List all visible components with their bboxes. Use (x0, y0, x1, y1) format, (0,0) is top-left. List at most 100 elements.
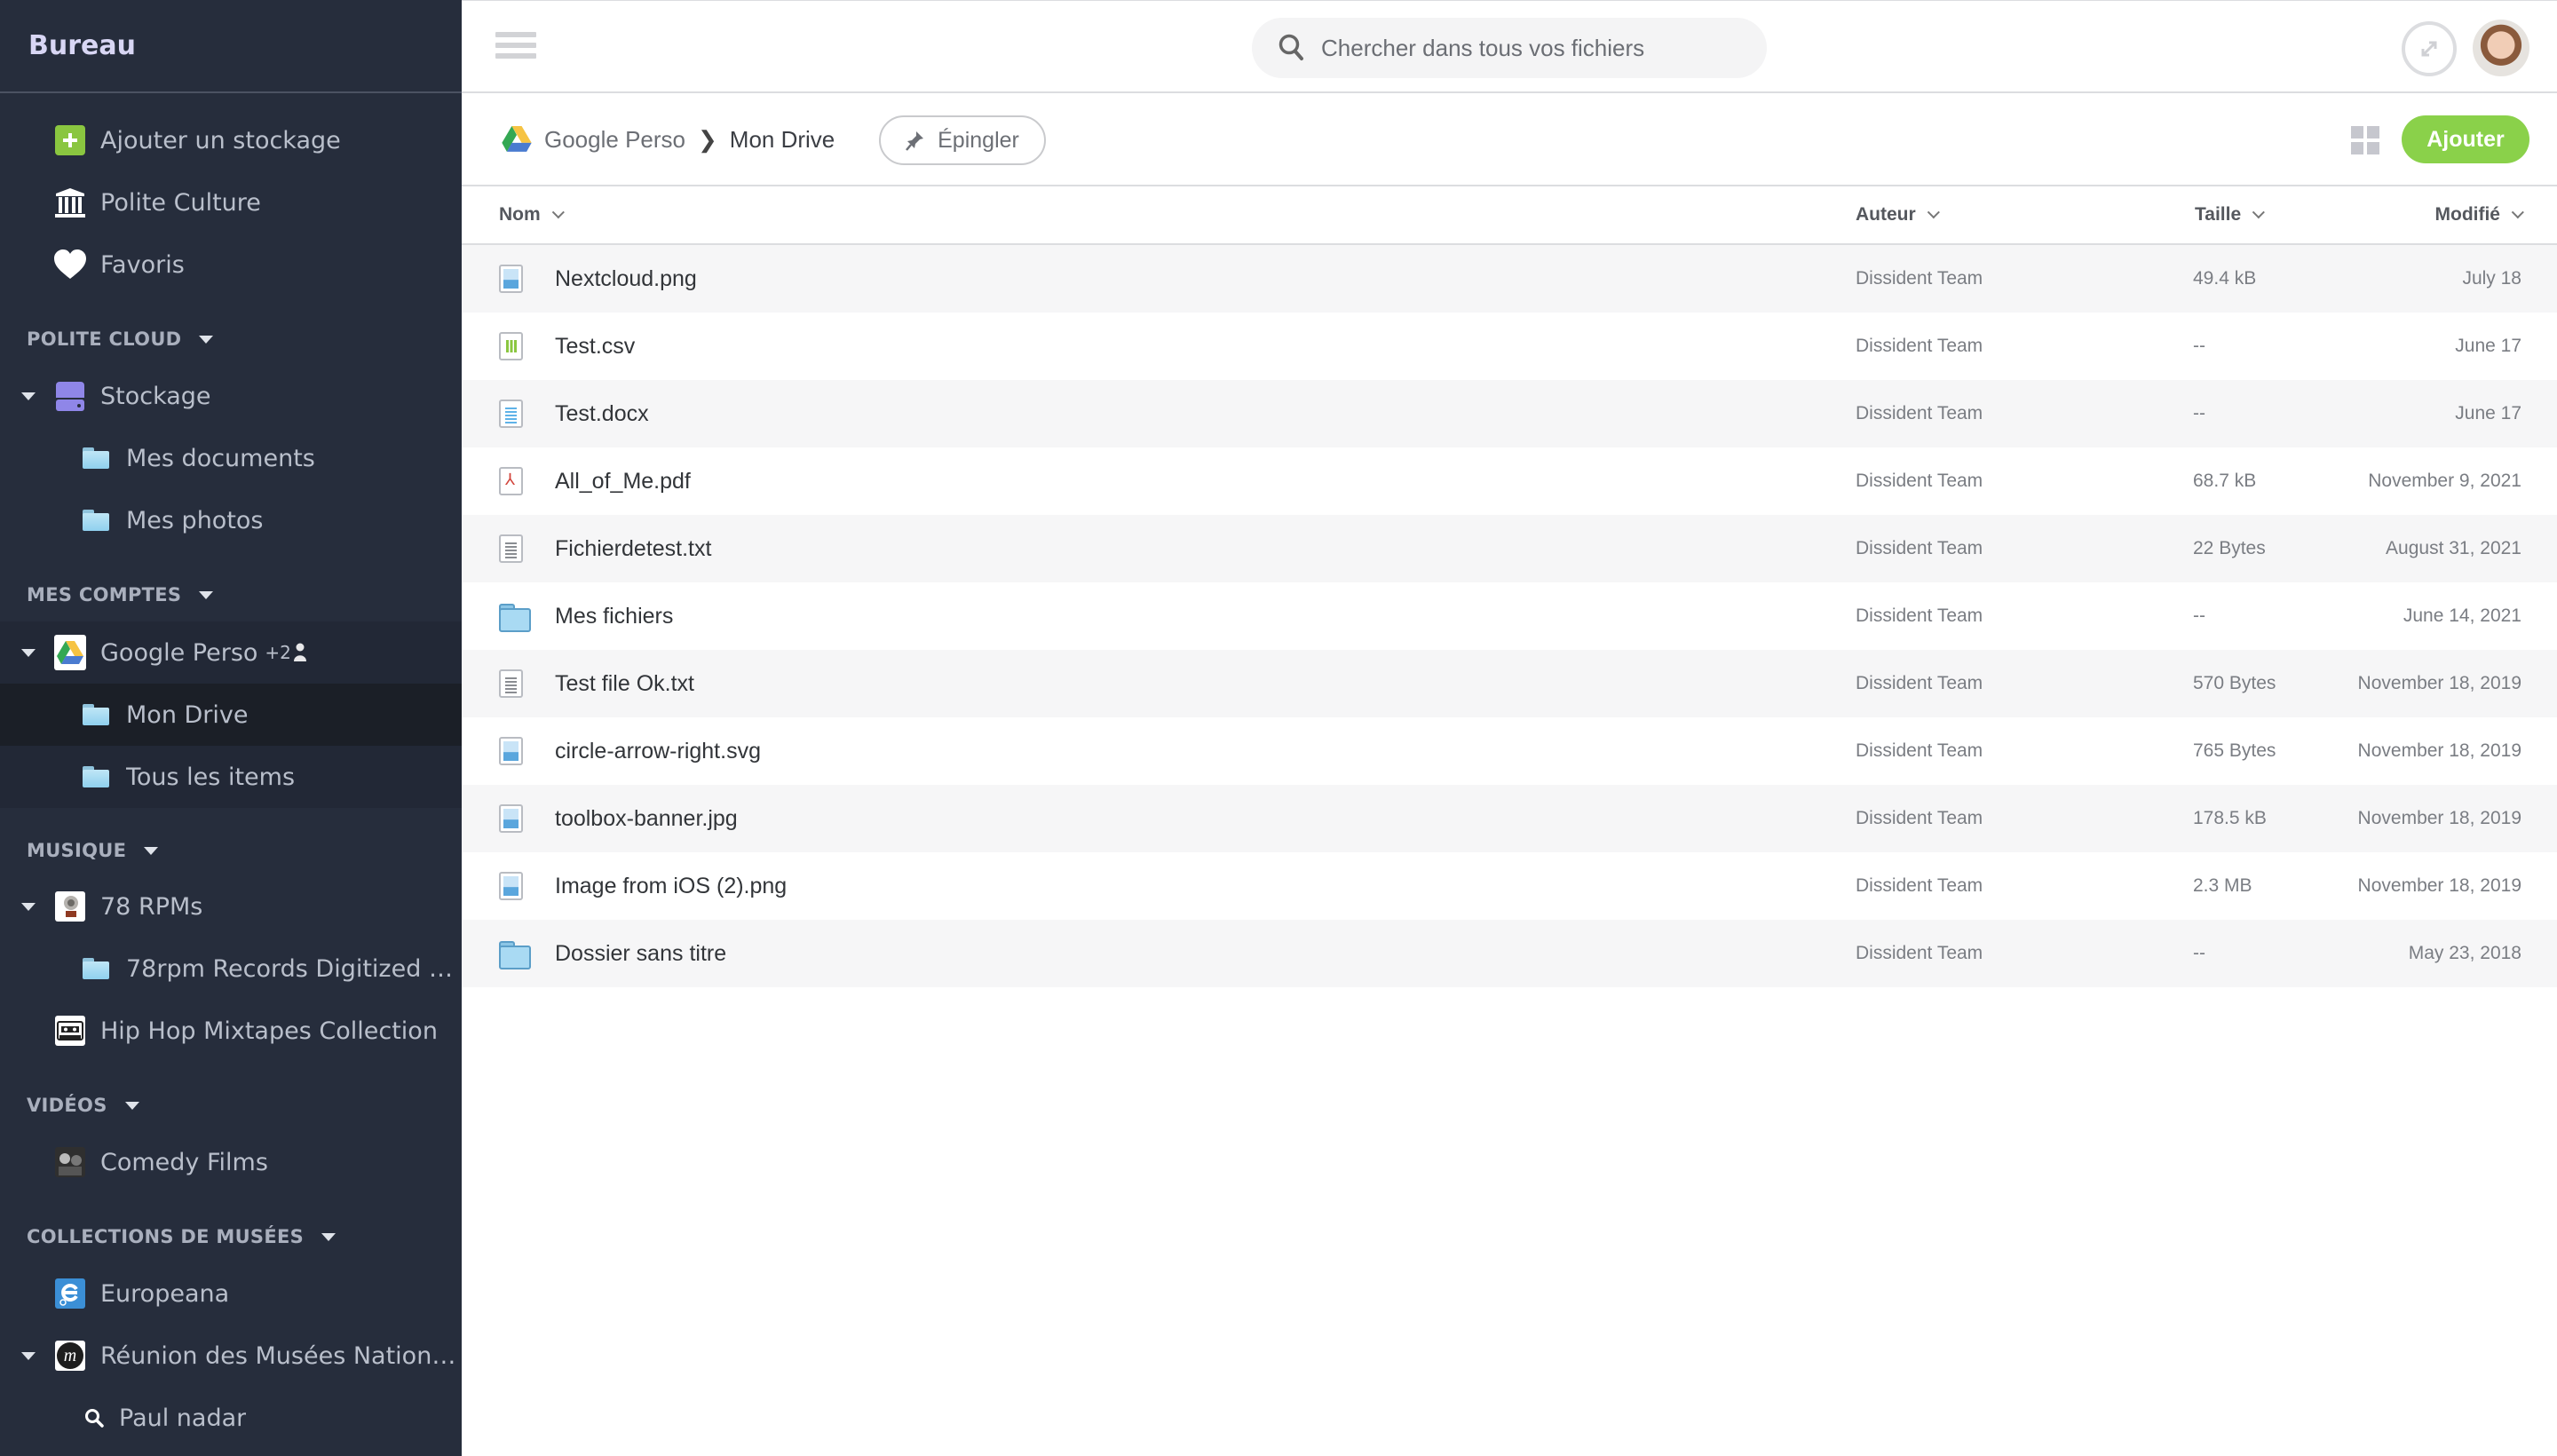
svg-text:m: m (64, 1346, 76, 1365)
table-row[interactable]: Dossier sans titre Dissident Team -- May… (462, 920, 2557, 987)
column-label: Taille (2195, 204, 2242, 225)
file-name[interactable]: Nextcloud.png (555, 245, 697, 313)
table-row[interactable]: toolbox-banner.jpg Dissident Team 178.5 … (462, 785, 2557, 852)
sidebar-item-stockage[interactable]: Stockage (0, 365, 462, 427)
file-modified: June 14, 2021 (2403, 605, 2521, 626)
sidebar-item-polite-culture[interactable]: Polite Culture (0, 171, 462, 233)
section-mes-comptes[interactable]: MES COMPTES (27, 582, 214, 608)
breadcrumb-current: Mon Drive (729, 125, 835, 153)
expand-caret-icon[interactable] (21, 648, 36, 657)
breadcrumb-root[interactable]: Google Perso (544, 126, 685, 154)
table-header: Nom Auteur Taille Modifié (462, 186, 2557, 245)
sidebar-item-google-perso[interactable]: Google Perso +2 (0, 621, 462, 684)
file-author: Dissident Team (1856, 943, 1983, 963)
search-box[interactable] (1252, 18, 1767, 78)
pin-button[interactable]: Épingler (879, 115, 1046, 165)
menu-icon[interactable] (495, 32, 536, 62)
column-label: Nom (499, 204, 541, 225)
sidebar-item-label: Hip Hop Mixtapes Collection (100, 1017, 438, 1045)
sidebar-item-favoris[interactable]: Favoris (0, 233, 462, 296)
table-row[interactable]: Test file Ok.txt Dissident Team 570 Byte… (462, 650, 2557, 717)
file-size: -- (2193, 943, 2205, 963)
breadcrumb-bar: Google Perso ❯ Mon Drive Épingler Ajoute… (462, 93, 2557, 186)
sidebar-item-label: Tous les items (126, 763, 296, 791)
document-file-icon (499, 400, 523, 428)
file-size: -- (2193, 605, 2205, 626)
file-type-icon-cell (499, 785, 526, 852)
table-row[interactable]: All_of_Me.pdf Dissident Team 68.7 kB Nov… (462, 447, 2557, 515)
file-name[interactable]: toolbox-banner.jpg (555, 785, 738, 852)
search-icon (1278, 34, 1305, 62)
section-title: MES COMPTES (27, 584, 182, 605)
user-icon (293, 643, 306, 662)
table-row[interactable]: Image from iOS (2).png Dissident Team 2.… (462, 852, 2557, 920)
chevron-down-icon (2252, 206, 2266, 219)
file-name[interactable]: Test file Ok.txt (555, 650, 694, 717)
expand-caret-icon[interactable] (21, 902, 36, 911)
file-type-icon-cell (499, 717, 526, 785)
sidebar-item-add-storage[interactable]: Ajouter un stockage (0, 109, 462, 171)
file-name[interactable]: Image from iOS (2).png (555, 852, 787, 920)
expand-arrows-icon (2421, 41, 2437, 57)
spreadsheet-file-icon (499, 332, 523, 360)
section-videos[interactable]: VIDÉOS (27, 1092, 139, 1119)
table-row[interactable]: Mes fichiers Dissident Team -- June 14, … (462, 582, 2557, 650)
sidebar-item-europeana[interactable]: Europeana (0, 1262, 462, 1325)
expand-caret-icon[interactable] (21, 392, 36, 400)
museum-icon (54, 186, 86, 218)
chevron-down-icon (1927, 206, 1940, 219)
column-header-modified[interactable]: Modifié (2435, 204, 2524, 226)
sidebar-item-tous-les-items[interactable]: Tous les items (0, 746, 462, 808)
file-name[interactable]: Mes fichiers (555, 582, 673, 650)
folder-icon (83, 510, 109, 531)
sidebar-item-rmn[interactable]: m Réunion des Musées Nationaux (0, 1325, 462, 1387)
file-name[interactable]: Fichierdetest.txt (555, 515, 711, 582)
file-name[interactable]: Test.csv (555, 313, 635, 380)
sidebar-item-78-rpms[interactable]: 78 RPMs (0, 875, 462, 938)
section-polite-cloud[interactable]: POLITE CLOUD (27, 326, 214, 352)
sidebar-item-mes-photos[interactable]: Mes photos (0, 489, 462, 551)
sidebar-item-mes-documents[interactable]: Mes documents (0, 427, 462, 489)
file-name[interactable]: All_of_Me.pdf (555, 447, 691, 515)
sidebar-item-mon-drive[interactable]: Mon Drive (0, 684, 462, 746)
file-modified: November 18, 2019 (2357, 673, 2521, 693)
fullscreen-button[interactable] (2402, 21, 2457, 76)
file-name[interactable]: Test.docx (555, 380, 649, 447)
file-name[interactable]: circle-arrow-right.svg (555, 717, 761, 785)
file-size: 22 Bytes (2193, 538, 2266, 558)
table-row[interactable]: circle-arrow-right.svg Dissident Team 76… (462, 717, 2557, 785)
expand-caret-icon[interactable] (21, 1351, 36, 1360)
sidebar-item-label: Paul nadar (119, 1404, 247, 1432)
section-collections-musees[interactable]: COLLECTIONS DE MUSÉES (27, 1223, 336, 1250)
sidebar-item-label: Favoris (100, 250, 185, 279)
add-button[interactable]: Ajouter (2402, 115, 2529, 163)
column-header-name[interactable]: Nom (499, 204, 565, 226)
file-name[interactable]: Dossier sans titre (555, 920, 726, 987)
file-type-icon-cell (499, 852, 526, 920)
table-row[interactable]: Nextcloud.png Dissident Team 49.4 kB Jul… (462, 245, 2557, 313)
column-header-size[interactable]: Taille (2195, 204, 2266, 226)
table-row[interactable]: Fichierdetest.txt Dissident Team 22 Byte… (462, 515, 2557, 582)
table-row[interactable]: Test.docx Dissident Team -- June 17 (462, 380, 2557, 447)
table-row[interactable]: Test.csv Dissident Team -- June 17 (462, 313, 2557, 380)
heart-icon (54, 249, 86, 281)
sidebar-item-label: Mes documents (126, 444, 315, 472)
europeana-icon (55, 1278, 85, 1309)
add-storage-icon (54, 124, 86, 156)
sidebar-brand[interactable]: Bureau (0, 0, 462, 93)
file-author: Dissident Team (1856, 471, 1983, 491)
sidebar-item-paul-nadar[interactable]: Paul nadar (0, 1387, 462, 1449)
sidebar-item-hip-hop-mixtapes[interactable]: Hip Hop Mixtapes Collection (0, 1000, 462, 1062)
chevron-down-icon (199, 335, 214, 344)
chevron-right-icon: ❯ (697, 125, 717, 153)
shared-count-badge: +2 (265, 642, 291, 663)
user-avatar[interactable] (2473, 20, 2529, 76)
section-musique[interactable]: MUSIQUE (27, 837, 159, 864)
column-header-author[interactable]: Auteur (1856, 204, 1940, 226)
sidebar-item-comedy-films[interactable]: Comedy Films (0, 1131, 462, 1193)
file-author: Dissident Team (1856, 538, 1983, 558)
grid-view-icon[interactable] (2351, 126, 2379, 154)
sidebar-item-78rpm-records[interactable]: 78rpm Records Digitized by ... (0, 938, 462, 1000)
pin-icon (906, 130, 925, 151)
search-input[interactable] (1321, 34, 1747, 62)
